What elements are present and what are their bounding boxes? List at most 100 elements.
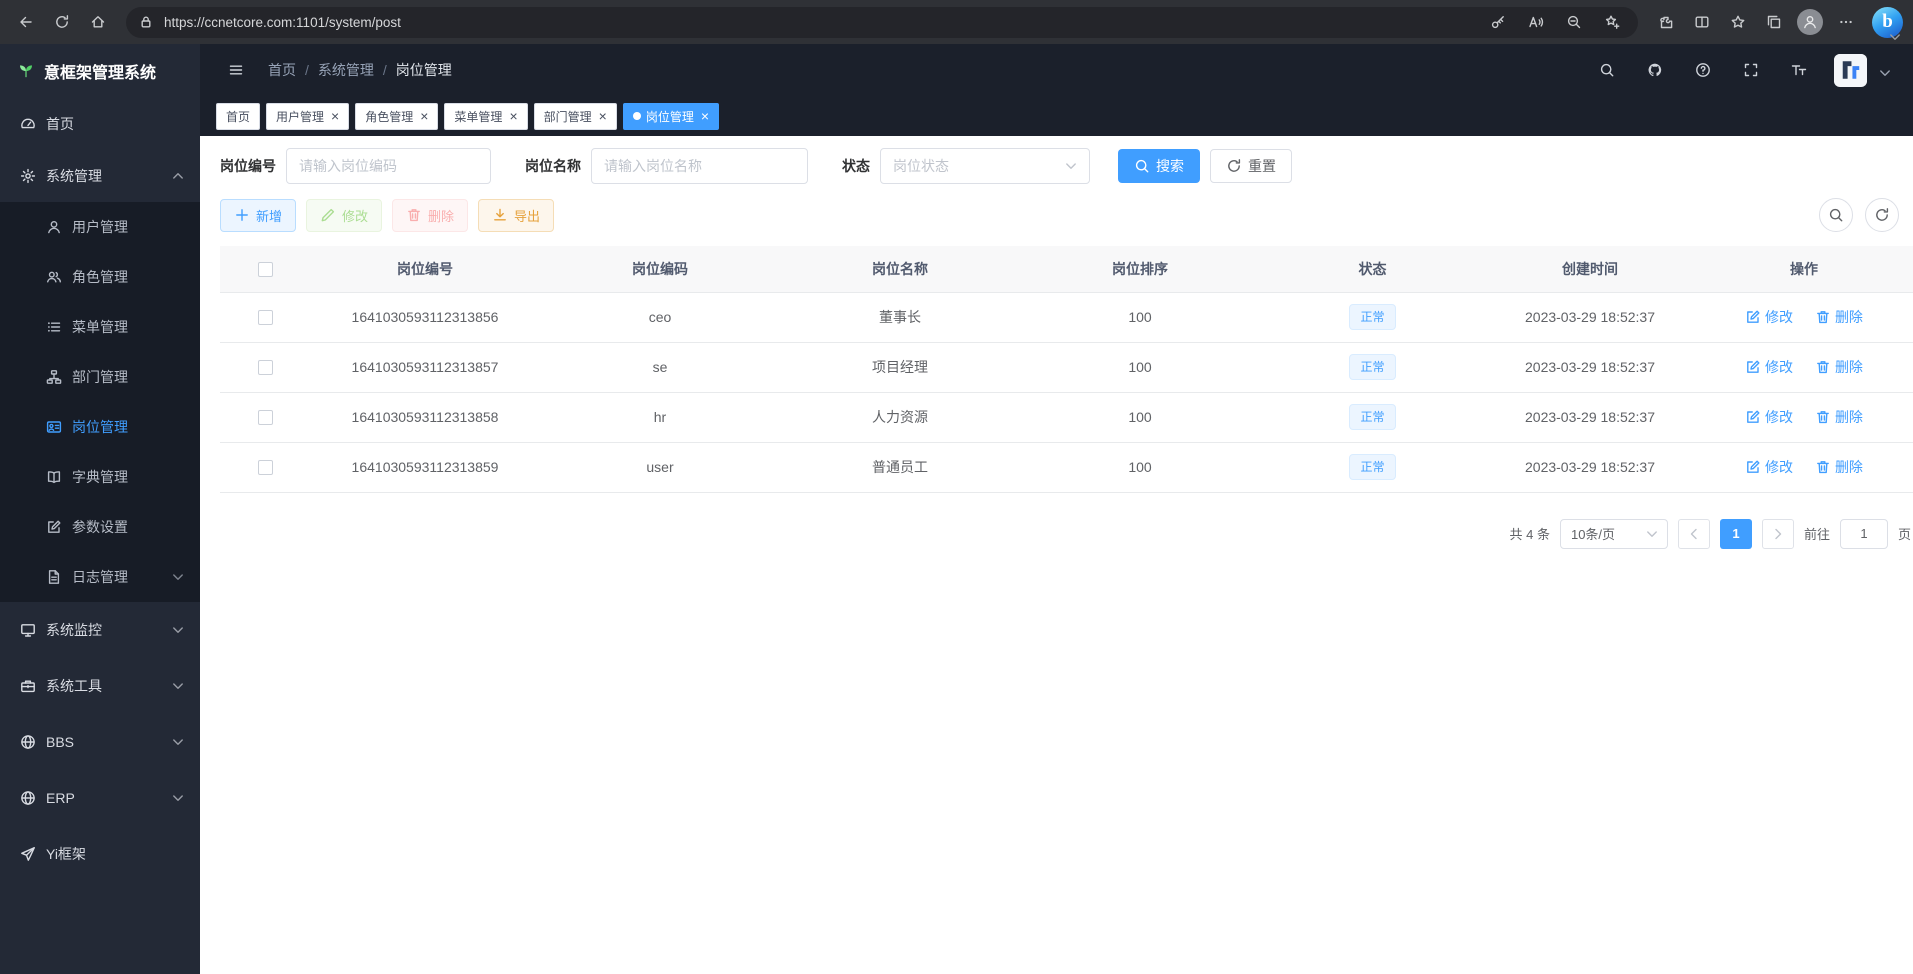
key-icon [1490,14,1506,30]
tab-user-management[interactable]: 用户管理 [266,103,349,130]
split-screen-button[interactable] [1686,6,1718,38]
row-delete-link[interactable]: 删除 [1815,357,1863,377]
refresh-table-button[interactable] [1865,198,1899,232]
github-button[interactable] [1642,57,1668,83]
edit-button[interactable]: 修改 [306,199,382,232]
row-edit-link[interactable]: 修改 [1745,357,1793,377]
tab-home[interactable]: 首页 [216,103,260,130]
star-plus-icon [1604,14,1620,30]
row-edit-link[interactable]: 修改 [1745,457,1793,477]
row-edit-link[interactable]: 修改 [1745,307,1793,327]
row-delete-link[interactable]: 删除 [1815,457,1863,477]
row-delete-link[interactable]: 删除 [1815,307,1863,327]
row-edit-link[interactable]: 修改 [1745,407,1793,427]
fullscreen-button[interactable] [1738,57,1764,83]
password-key-button[interactable] [1484,8,1512,36]
column-header-post-id: 岗位编号 [310,246,540,292]
row-checkbox[interactable] [258,410,273,425]
post-name-input[interactable] [591,148,808,184]
add-button[interactable]: 新增 [220,199,296,232]
table-row[interactable]: 1641030593112313858 hr 人力资源 100 正常 2023-… [220,392,1913,442]
tab-post-management[interactable]: 岗位管理 [623,103,719,130]
tab-menu-management[interactable]: 菜单管理 [444,103,527,130]
sidebar-item-system-tools[interactable]: 系统工具 [0,658,200,714]
cell-post-id: 1641030593112313856 [310,292,540,342]
row-checkbox[interactable] [258,310,273,325]
close-icon[interactable] [420,109,428,123]
sidebar-item-user-management[interactable]: 用户管理 [0,202,200,252]
badge-icon [46,419,62,435]
delete-button[interactable]: 删除 [392,199,468,232]
font-size-button[interactable] [1786,57,1812,83]
search-button[interactable]: 搜索 [1118,149,1200,183]
close-icon[interactable] [701,109,709,123]
header-search-button[interactable] [1594,57,1620,83]
status-badge: 正常 [1349,404,1395,430]
prev-page-button[interactable] [1678,519,1710,549]
row-checkbox[interactable] [258,460,273,475]
bing-caret-icon[interactable] [1887,29,1903,45]
add-favorite-button[interactable] [1598,8,1626,36]
browser-home-button[interactable] [82,6,114,38]
sidebar-item-system-monitor[interactable]: 系统监控 [0,602,200,658]
tags-view-bar: 首页 用户管理 角色管理 菜单管理 部门管理 岗位管理 [200,96,1913,136]
table-row[interactable]: 1641030593112313857 se 项目经理 100 正常 2023-… [220,342,1913,392]
reset-button[interactable]: 重置 [1210,149,1292,183]
browser-back-button[interactable] [10,6,42,38]
row-checkbox[interactable] [258,360,273,375]
status-select[interactable]: 岗位状态 [880,148,1090,184]
sidebar-item-log-management[interactable]: 日志管理 [0,552,200,602]
sidebar-toggle-button[interactable] [220,54,252,86]
breadcrumb-item-home[interactable]: 首页 [268,60,296,80]
users-icon [46,269,62,285]
select-all-checkbox[interactable] [258,262,273,277]
toolbar-right [1819,198,1899,232]
page-1-button[interactable]: 1 [1720,519,1752,549]
next-page-button[interactable] [1762,519,1794,549]
avatar-caret-icon[interactable] [1877,65,1893,81]
sidebar-item-yi-framework[interactable]: Yi框架 [0,826,200,882]
page-size-select[interactable]: 10条/页 [1560,519,1668,549]
chevron-down-icon [170,790,186,806]
zoom-button[interactable] [1560,8,1588,36]
sidebar-item-role-management[interactable]: 角色管理 [0,252,200,302]
favorites-button[interactable] [1722,6,1754,38]
sidebar-item-system-management[interactable]: 系统管理 [0,150,200,202]
collections-button[interactable] [1758,6,1790,38]
export-button[interactable]: 导出 [478,199,554,232]
sidebar-item-bbs[interactable]: BBS [0,714,200,770]
status-label: 状态 [842,156,870,176]
plus-icon [234,207,250,223]
tab-dept-management[interactable]: 部门管理 [534,103,617,130]
address-bar[interactable]: https://ccnetcore.com:1101/system/post [126,7,1638,38]
sidebar-item-erp[interactable]: ERP [0,770,200,826]
sidebar-item-param-settings[interactable]: 参数设置 [0,502,200,552]
browser-profile-button[interactable] [1794,6,1826,38]
show-search-toggle-button[interactable] [1819,198,1853,232]
sidebar-item-menu-management[interactable]: 菜单管理 [0,302,200,352]
table-row[interactable]: 1641030593112313856 ceo 董事长 100 正常 2023-… [220,292,1913,342]
extensions-button[interactable] [1650,6,1682,38]
goto-page-input[interactable] [1840,519,1888,549]
browser-refresh-button[interactable] [46,6,78,38]
sidebar-item-dept-management[interactable]: 部门管理 [0,352,200,402]
post-code-input[interactable] [286,148,491,184]
help-button[interactable] [1690,57,1716,83]
table-row[interactable]: 1641030593112313859 user 普通员工 100 正常 202… [220,442,1913,492]
sidebar-item-post-management[interactable]: 岗位管理 [0,402,200,452]
row-delete-link[interactable]: 删除 [1815,407,1863,427]
refresh-icon [54,14,70,30]
tab-role-management[interactable]: 角色管理 [355,103,438,130]
ellipsis-icon [1838,14,1854,30]
sidebar-item-label: 系统工具 [46,676,102,696]
paper-plane-icon [20,846,36,862]
read-aloud-button[interactable] [1522,8,1550,36]
close-icon[interactable] [599,109,607,123]
close-icon[interactable] [509,109,517,123]
user-avatar[interactable] [1834,54,1867,87]
browser-menu-button[interactable] [1830,6,1862,38]
close-icon[interactable] [331,109,339,123]
sidebar-item-home[interactable]: 首页 [0,98,200,150]
breadcrumb-item-system[interactable]: 系统管理 [318,60,374,80]
sidebar-item-dict-management[interactable]: 字典管理 [0,452,200,502]
